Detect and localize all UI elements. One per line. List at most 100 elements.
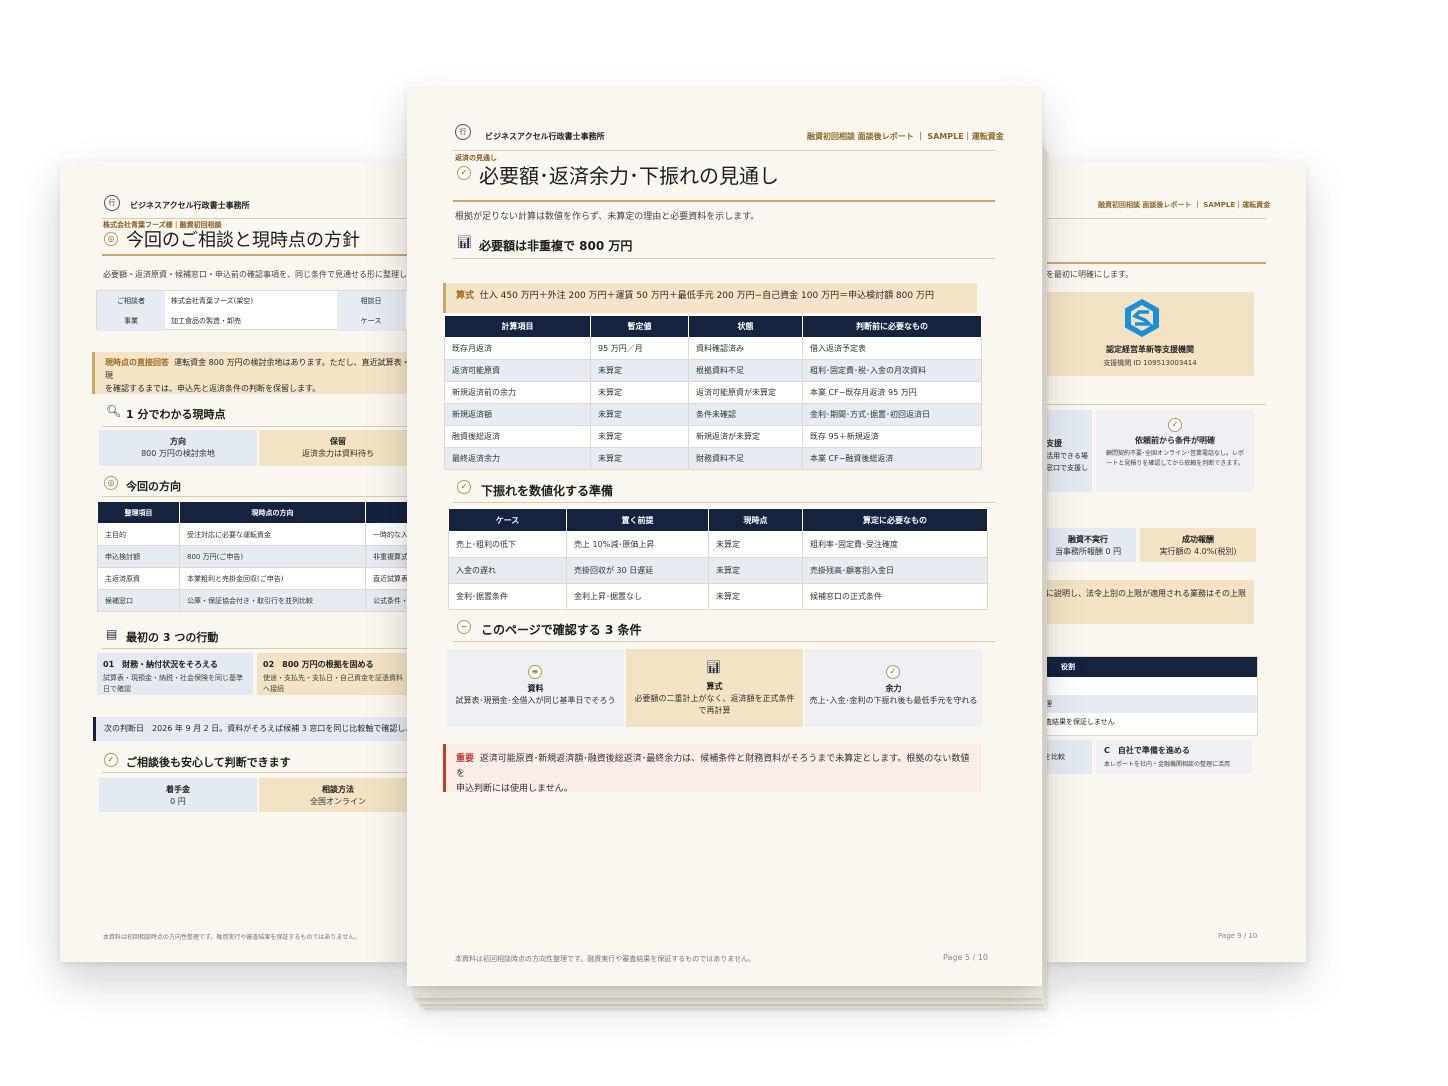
notice-label: 重要 bbox=[456, 754, 475, 764]
formula-label: 算式 bbox=[456, 291, 475, 301]
table-cell: 根拠資料不足 bbox=[688, 359, 803, 382]
table-header: 置く前提 bbox=[566, 508, 709, 532]
section-heading: 下振れを数値化する準備 bbox=[481, 484, 614, 498]
table-cell: 融資後総返済 bbox=[444, 425, 591, 448]
role-table: 役割 理 査結果を保証しません bbox=[1040, 656, 1258, 736]
condition-card: ≡ 資料 試算表･現預金･全借入が同じ基準日でそろう bbox=[447, 649, 624, 727]
table-header: 整理項目 bbox=[97, 501, 180, 524]
info-key: ケース bbox=[337, 311, 405, 331]
table-cell: 金利･期間･方式･据置･初回返済日 bbox=[802, 403, 982, 426]
table-cell: 候補窓口の正式条件 bbox=[802, 583, 988, 610]
table-cell: 入金の遅れ bbox=[448, 557, 567, 584]
table-cell: 既存月返済 bbox=[444, 337, 591, 360]
table-cell: 非重複算式 bbox=[365, 545, 410, 568]
target-icon: ◎ bbox=[104, 232, 118, 246]
callout-text: を確認するまでは、申込先と返済条件の判断を保留します。 bbox=[105, 384, 321, 393]
action-card: 02 800 万円の根拠を固める 使途・支払先・支払日・自己資金を証憑資料へ接続 bbox=[257, 653, 410, 695]
table-cell: 主返済原資 bbox=[97, 567, 180, 590]
firm-name: ビジネスアクセル行政書士事務所 bbox=[485, 132, 605, 141]
lead-text: を最初に明確にします。 bbox=[1046, 270, 1134, 279]
page-title: 今回のご相談と現時点の方針 bbox=[126, 230, 360, 251]
section-rule bbox=[102, 426, 410, 427]
clipboard-icon: ▤ bbox=[106, 627, 118, 641]
table-header: 状態 bbox=[688, 315, 803, 338]
firm-logo: 行 bbox=[455, 124, 471, 140]
page-center: 行 ビジネスアクセル行政書士事務所 融資初回相談 面談後レポート ｜ SAMPL… bbox=[407, 88, 1042, 986]
next-decision-bar: 次の判断日 2026 年 9 月 2 日。資料がそろえば候補 3 窓口を同じ比較… bbox=[93, 717, 410, 741]
table-header: 暫定値 bbox=[590, 315, 689, 338]
table-cell: 未算定 bbox=[590, 359, 689, 382]
check-icon: ✓ bbox=[457, 166, 471, 180]
table-cell: 本業 CF−融資後総返済 bbox=[802, 447, 982, 470]
page-number: Page 5 / 10 bbox=[943, 953, 988, 962]
page-right: 融資初回相談 面談後レポート ｜ SAMPLE｜運転資金 を最初に明確にします。… bbox=[1040, 162, 1306, 962]
footer-note: 本資料は初回相談時点の方向性整理です。融資実行や審査結果を保証するものではありま… bbox=[103, 934, 361, 941]
table-header: 判断前に必要なもの bbox=[802, 315, 982, 338]
section-rule bbox=[1040, 404, 1266, 405]
table-cell: 財務資料不足 bbox=[688, 447, 803, 470]
table-cell: 未算定 bbox=[708, 583, 803, 610]
fee-card: 相談方法 全国オンライン bbox=[259, 778, 410, 812]
table-cell: 公式条件・E bbox=[365, 589, 410, 612]
callout-label: 現時点の直接回答 bbox=[105, 358, 169, 367]
fee-card: 融資不実行 当事務所報酬 0 円 bbox=[1040, 528, 1136, 562]
info-key: 事業 bbox=[97, 311, 165, 331]
org-name: 認定経営革新等支援機関 bbox=[1106, 345, 1194, 354]
table-cell: 売上 10%減･原価上昇 bbox=[566, 531, 709, 558]
section-rule bbox=[102, 648, 410, 649]
check-icon: ✓ bbox=[104, 753, 118, 767]
table-cell: 新規返済前の余力 bbox=[444, 381, 591, 404]
table-cell: 未算定 bbox=[708, 531, 803, 558]
header-rule bbox=[1040, 218, 1266, 219]
table-cell: 売掛残高･顧客別入金日 bbox=[802, 557, 988, 584]
option-card: C 自社で準備を進める 本レポートを社内・金融機関相談の整理に活用 bbox=[1096, 740, 1252, 774]
table-cell: 売上･粗利の低下 bbox=[448, 531, 567, 558]
table-cell: 直近試算表 bbox=[365, 567, 410, 590]
page-number: Page 9 / 10 bbox=[1218, 932, 1258, 940]
table-header: 現時点 bbox=[708, 508, 803, 532]
certification-logo-icon bbox=[1125, 299, 1159, 337]
table-row: 理 bbox=[1041, 695, 1257, 713]
check-icon: ✓ bbox=[886, 665, 900, 679]
bar-chart-icon: 📊︎ bbox=[706, 660, 722, 674]
table-cell: 売掛回収が 30 日遅延 bbox=[566, 557, 709, 584]
search-icon: 🔍︎ bbox=[106, 404, 122, 418]
footer-note: 本資料は初回相談時点の方向性整理です。融資実行や審査結果を保証するものではありま… bbox=[455, 955, 756, 963]
table-cell: 公庫・保証協会付き・取引行を並列比較 bbox=[179, 589, 366, 612]
table-cell: 金利上昇･据置なし bbox=[566, 583, 709, 610]
formula-text: 仕入 450 万円＋外注 200 万円＋運賃 50 万円＋最低手元 200 万円… bbox=[479, 291, 934, 301]
benefit-card: 支援 活用できる場 窓口で支援し bbox=[1040, 410, 1092, 492]
table-cell: 既存 95＋新規返済 bbox=[802, 425, 982, 448]
lead-text: 必要額・返済原資・候補窓口・申込前の確認事項を、同じ条件で見通せる形に整理し bbox=[103, 270, 407, 279]
table-cell: 返済可能原資が未算定 bbox=[688, 381, 803, 404]
title-rule bbox=[102, 254, 410, 256]
section-heading: 1 分でわかる現時点 bbox=[126, 408, 226, 421]
minus-circle-icon: − bbox=[457, 620, 471, 634]
table-cell: 未算定 bbox=[590, 425, 689, 448]
page-left: 行 ビジネスアクセル行政書士事務所 株式会社青葉フーズ様｜融資初回相談 ◎ 今回… bbox=[60, 162, 410, 962]
section-heading: このページで確認する 3 条件 bbox=[481, 623, 642, 637]
table-cell: 本業 CF−既存月返済 95 万円 bbox=[802, 381, 982, 404]
header-meta: 融資初回相談 面談後レポート ｜ SAMPLE｜運転資金 bbox=[1098, 201, 1271, 209]
table-cell: 95 万円／月 bbox=[590, 337, 689, 360]
summary-card: 方向 800 万円の検討余地 bbox=[99, 430, 257, 466]
info-table: ご相談者 株式会社青葉フーズ(架空) 相談日 事業 加工食品の製造・卸売 ケース bbox=[96, 290, 410, 331]
notice-text: 申込判断には使用しません。 bbox=[456, 784, 573, 794]
condition-card: 📊︎ 算式 必要額の二重計上がなく、返済額を正式条件で再計算 bbox=[626, 649, 803, 727]
table-row: 査結果を保証しません bbox=[1041, 713, 1257, 731]
table-header: 現時点の方向 bbox=[179, 501, 366, 524]
summary-card: 保留 返済余力は資料待ち bbox=[259, 430, 410, 466]
table-cell: 金利･据置条件 bbox=[448, 583, 567, 610]
fee-card: 成功報酬 実行額の 4.0%(税別) bbox=[1140, 528, 1256, 562]
table-cell: 未算定 bbox=[590, 447, 689, 470]
table-cell: 未算定 bbox=[708, 557, 803, 584]
table-cell: 粗利･固定費･税･入金の月次資料 bbox=[802, 359, 982, 382]
table-cell: 新規返済額 bbox=[444, 403, 591, 426]
section-rule bbox=[102, 496, 410, 497]
info-value: 株式会社青葉フーズ(架空) bbox=[171, 297, 254, 305]
table-row bbox=[1041, 677, 1257, 695]
table-cell: 主目的 bbox=[97, 523, 180, 546]
check-icon: ✓ bbox=[457, 480, 471, 494]
table-cell: 新規返済が未算定 bbox=[688, 425, 803, 448]
header-meta: 融資初回相談 面談後レポート ｜ SAMPLE｜運転資金 bbox=[807, 132, 1004, 141]
